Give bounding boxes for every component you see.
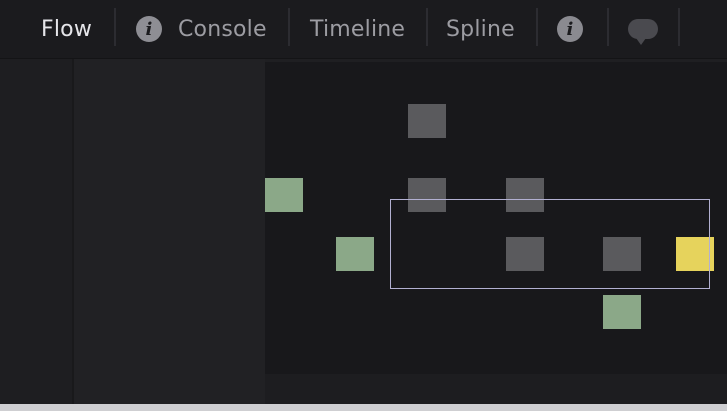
- flow-node[interactable]: [336, 237, 374, 271]
- left-strip: [0, 59, 74, 404]
- tab-console-label: Console: [178, 16, 267, 42]
- bottom-edge: [0, 404, 727, 411]
- tab-separator: [678, 8, 680, 46]
- info-button[interactable]: i: [557, 10, 583, 48]
- tab-separator: [607, 8, 609, 46]
- tab-timeline-label: Timeline: [310, 16, 406, 42]
- tab-flow[interactable]: Flow: [41, 10, 92, 48]
- tab-separator: [288, 8, 290, 46]
- canvas-bottom-strip: [265, 374, 727, 404]
- tab-spline[interactable]: Spline: [446, 10, 515, 48]
- tab-separator: [536, 8, 538, 46]
- tab-spline-label: Spline: [446, 16, 515, 42]
- tab-separator: [114, 8, 116, 46]
- speech-bubble-icon: [628, 19, 658, 45]
- selection-rectangle: [390, 199, 710, 289]
- info-icon: i: [557, 16, 583, 42]
- flow-node[interactable]: [603, 295, 641, 329]
- flow-node[interactable]: [265, 178, 303, 212]
- tab-separator: [426, 8, 428, 46]
- info-icon: i: [136, 16, 162, 42]
- tab-console[interactable]: i Console: [136, 10, 267, 48]
- flow-node[interactable]: [408, 104, 446, 138]
- tab-bar: Flow i Console Timeline Spline i: [0, 0, 727, 59]
- comments-button[interactable]: [628, 10, 658, 48]
- tab-flow-label: Flow: [41, 16, 93, 42]
- tab-timeline[interactable]: Timeline: [310, 10, 405, 48]
